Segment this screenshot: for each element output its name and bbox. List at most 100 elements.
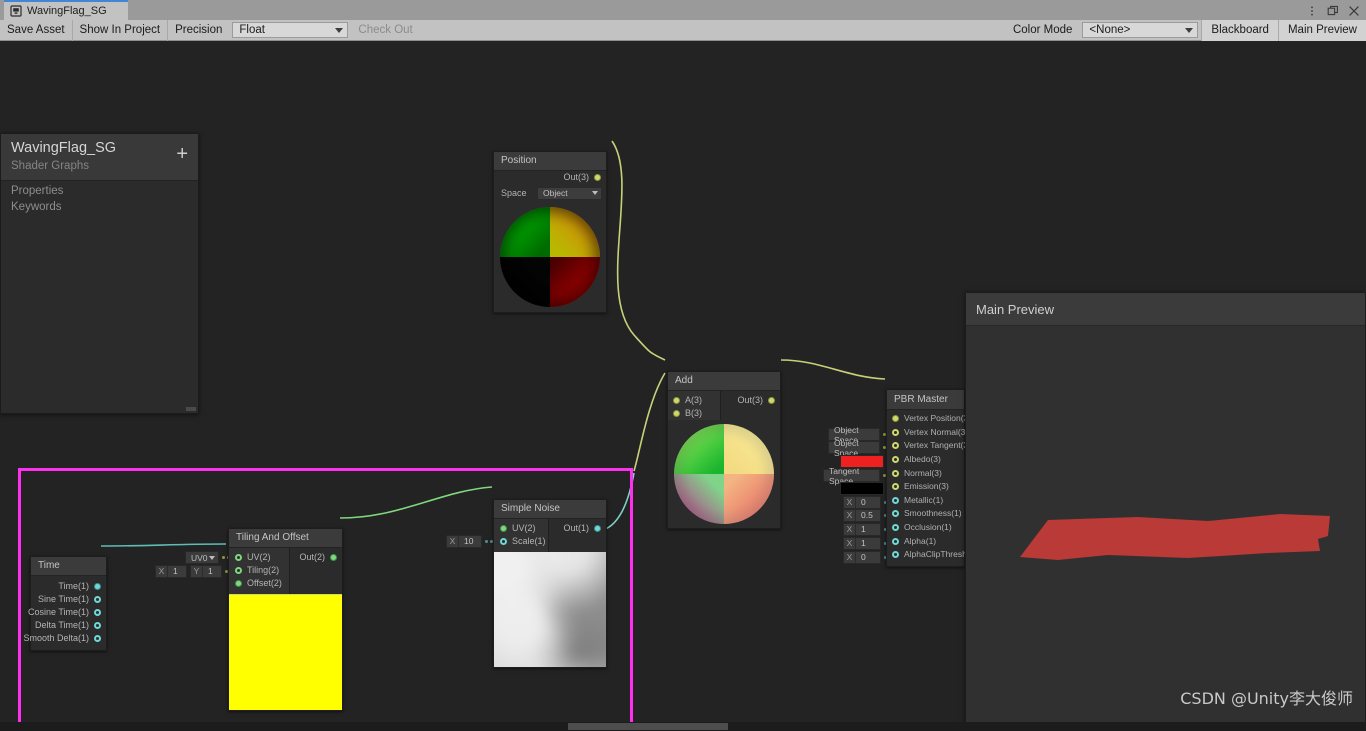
alpha-field[interactable]: X 1 xyxy=(843,537,881,550)
port-row-tiling[interactable]: Tiling(2) xyxy=(229,564,289,577)
pbr-slot-port-icon[interactable] xyxy=(892,537,899,545)
port-offset-icon[interactable] xyxy=(235,580,242,587)
port-tiling-icon[interactable] xyxy=(235,567,242,574)
pbr-slot-row[interactable]: Vertex Normal(3) xyxy=(887,426,968,440)
main-preview-toggle-button[interactable]: Main Preview xyxy=(1277,19,1366,41)
port-row-offset[interactable]: Offset(2) xyxy=(229,577,289,590)
pbr-slot-port-icon[interactable] xyxy=(892,483,899,491)
pbr-occlusion-widget[interactable]: X 1 xyxy=(843,523,892,536)
pbr-slot-row[interactable]: Occlusion(1) xyxy=(887,521,964,535)
pbr-slot-port-icon[interactable] xyxy=(892,496,899,504)
port-row-scale[interactable]: Scale(1) xyxy=(494,535,548,548)
pbr-vertex-tangent-widget[interactable]: Object Space xyxy=(828,438,891,458)
occlusion-value[interactable]: 1 xyxy=(856,524,871,535)
port-row-sine-time[interactable]: Sine Time(1) xyxy=(31,593,106,606)
pbr-normal-widget[interactable]: Tangent Space xyxy=(823,466,891,486)
node-simple-noise[interactable]: Simple Noise UV(2) Scale(1) Out(1) xyxy=(493,499,607,668)
port-smooth-delta-icon[interactable] xyxy=(94,635,101,642)
space-dropdown[interactable]: Object xyxy=(537,186,602,200)
blackboard-section-properties[interactable]: Properties xyxy=(1,181,198,197)
port-scale-icon[interactable] xyxy=(500,538,507,545)
tiling-x-field[interactable]: X 1 xyxy=(155,565,187,578)
close-window-icon[interactable] xyxy=(1348,4,1360,16)
pbr-alpha-widget[interactable]: X 1 xyxy=(843,537,892,550)
port-out-icon[interactable] xyxy=(330,554,337,561)
uv-channel-dropdown[interactable]: UV0 xyxy=(185,551,219,564)
port-uv-icon[interactable] xyxy=(235,554,242,561)
scale-x-field[interactable]: X 10 xyxy=(446,535,482,548)
port-uv-icon[interactable] xyxy=(500,525,507,532)
node-time[interactable]: Time Time(1) Sine Time(1) Cosine Time(1)… xyxy=(23,556,107,651)
window-controls[interactable] xyxy=(1306,0,1360,20)
port-row-delta-time[interactable]: Delta Time(1) xyxy=(31,619,106,632)
metallic-value[interactable]: 0 xyxy=(856,497,871,508)
emission-color-swatch[interactable] xyxy=(840,482,884,495)
pbr-slot-row[interactable]: AlphaClipThreshold(1) xyxy=(887,548,989,562)
kebab-menu-icon[interactable] xyxy=(1306,4,1318,16)
pbr-slot-port-icon[interactable] xyxy=(892,415,899,423)
document-tab[interactable]: WavingFlag_SG xyxy=(4,0,128,20)
precision-dropdown[interactable]: Float xyxy=(232,22,349,38)
pbr-slot-port-icon[interactable] xyxy=(892,428,899,436)
pbr-slot-port-icon[interactable] xyxy=(892,469,899,477)
port-out-icon[interactable] xyxy=(594,174,601,181)
smoothness-value[interactable]: 0.5 xyxy=(856,510,878,521)
alpha-clip-threshold-field[interactable]: X 0 xyxy=(843,551,881,564)
pbr-slot-row[interactable]: Albedo(3) xyxy=(887,453,964,467)
tiling-vector-widget[interactable]: X 1 Y 1 xyxy=(155,565,233,578)
position-space-control[interactable]: Space Object xyxy=(494,184,606,202)
noise-scale-widget[interactable]: X 10 xyxy=(446,535,493,548)
node-position[interactable]: Position Out(3) Space Object xyxy=(493,151,607,313)
blackboard-section-keywords[interactable]: Keywords xyxy=(1,197,198,213)
pbr-slot-row[interactable]: Normal(3) xyxy=(887,466,964,480)
main-preview-panel[interactable]: Main Preview CSDN @Unity李大俊师 xyxy=(965,292,1366,726)
color-mode-dropdown[interactable]: <None> xyxy=(1082,22,1199,38)
port-out-icon[interactable] xyxy=(768,397,775,404)
port-row-out[interactable]: Out(1) xyxy=(549,522,606,535)
tiling-y-value[interactable]: 1 xyxy=(203,566,218,577)
port-a-icon[interactable] xyxy=(673,397,680,404)
add-property-button[interactable]: + xyxy=(176,144,188,164)
pbr-slot-port-icon[interactable] xyxy=(892,442,899,450)
port-b-icon[interactable] xyxy=(673,410,680,417)
pbr-slot-row[interactable]: Vertex Tangent(3) xyxy=(887,439,971,453)
metallic-field[interactable]: X 0 xyxy=(843,496,881,509)
pbr-slot-port-icon[interactable] xyxy=(892,510,899,518)
pbr-slot-row[interactable]: Metallic(1) xyxy=(887,494,964,508)
tiling-y-field[interactable]: Y 1 xyxy=(190,565,222,578)
port-out-icon[interactable] xyxy=(594,525,601,532)
restore-window-icon[interactable] xyxy=(1327,4,1339,16)
node-tiling-and-offset[interactable]: Tiling And Offset UV(2) Tiling(2) Offset… xyxy=(228,528,343,711)
pbr-slot-port-icon[interactable] xyxy=(892,524,899,532)
pbr-slot-port-icon[interactable] xyxy=(892,551,899,559)
port-row-out[interactable]: Out(2) xyxy=(290,551,342,564)
main-preview-viewport[interactable] xyxy=(966,326,1365,725)
port-row-smooth-delta[interactable]: Smooth Delta(1) xyxy=(23,632,106,645)
blackboard-toggle-button[interactable]: Blackboard xyxy=(1201,19,1278,41)
tiling-uv-channel-widget[interactable]: UV0 xyxy=(185,551,230,564)
occlusion-field[interactable]: X 1 xyxy=(843,523,881,536)
pbr-slot-port-icon[interactable] xyxy=(892,456,899,464)
pbr-alpha-clip-threshold-widget[interactable]: X 0 xyxy=(843,551,892,564)
port-sine-time-icon[interactable] xyxy=(94,596,101,603)
save-asset-button[interactable]: Save Asset xyxy=(0,19,73,41)
blackboard-resize-handle[interactable] xyxy=(186,407,196,411)
alpha-value[interactable]: 1 xyxy=(856,538,871,549)
port-cosine-time-icon[interactable] xyxy=(94,609,101,616)
pbr-slot-row[interactable]: Emission(3) xyxy=(887,480,964,494)
node-add[interactable]: Add A(3) B(3) Out(3) xyxy=(667,371,781,529)
port-row-position-out[interactable]: Out(3) xyxy=(494,171,606,184)
horizontal-scrollbar-thumb[interactable] xyxy=(568,723,728,730)
tiling-x-value[interactable]: 1 xyxy=(168,566,183,577)
pbr-slot-row[interactable]: Alpha(1) xyxy=(887,534,964,548)
pbr-smoothness-widget[interactable]: X 0.5 xyxy=(843,509,892,522)
smoothness-field[interactable]: X 0.5 xyxy=(843,509,881,522)
normal-space-dropdown[interactable]: Tangent Space xyxy=(823,466,880,486)
port-row-cosine-time[interactable]: Cosine Time(1) xyxy=(28,606,106,619)
port-row-add-b[interactable]: B(3) xyxy=(668,407,720,420)
pbr-slot-row[interactable]: Vertex Position(3) xyxy=(887,412,971,426)
show-in-project-button[interactable]: Show In Project xyxy=(73,19,169,41)
port-row-add-a[interactable]: A(3) xyxy=(668,394,720,407)
port-row-uv[interactable]: UV(2) xyxy=(229,551,289,564)
pbr-slot-row[interactable]: Smoothness(1) xyxy=(887,507,964,521)
